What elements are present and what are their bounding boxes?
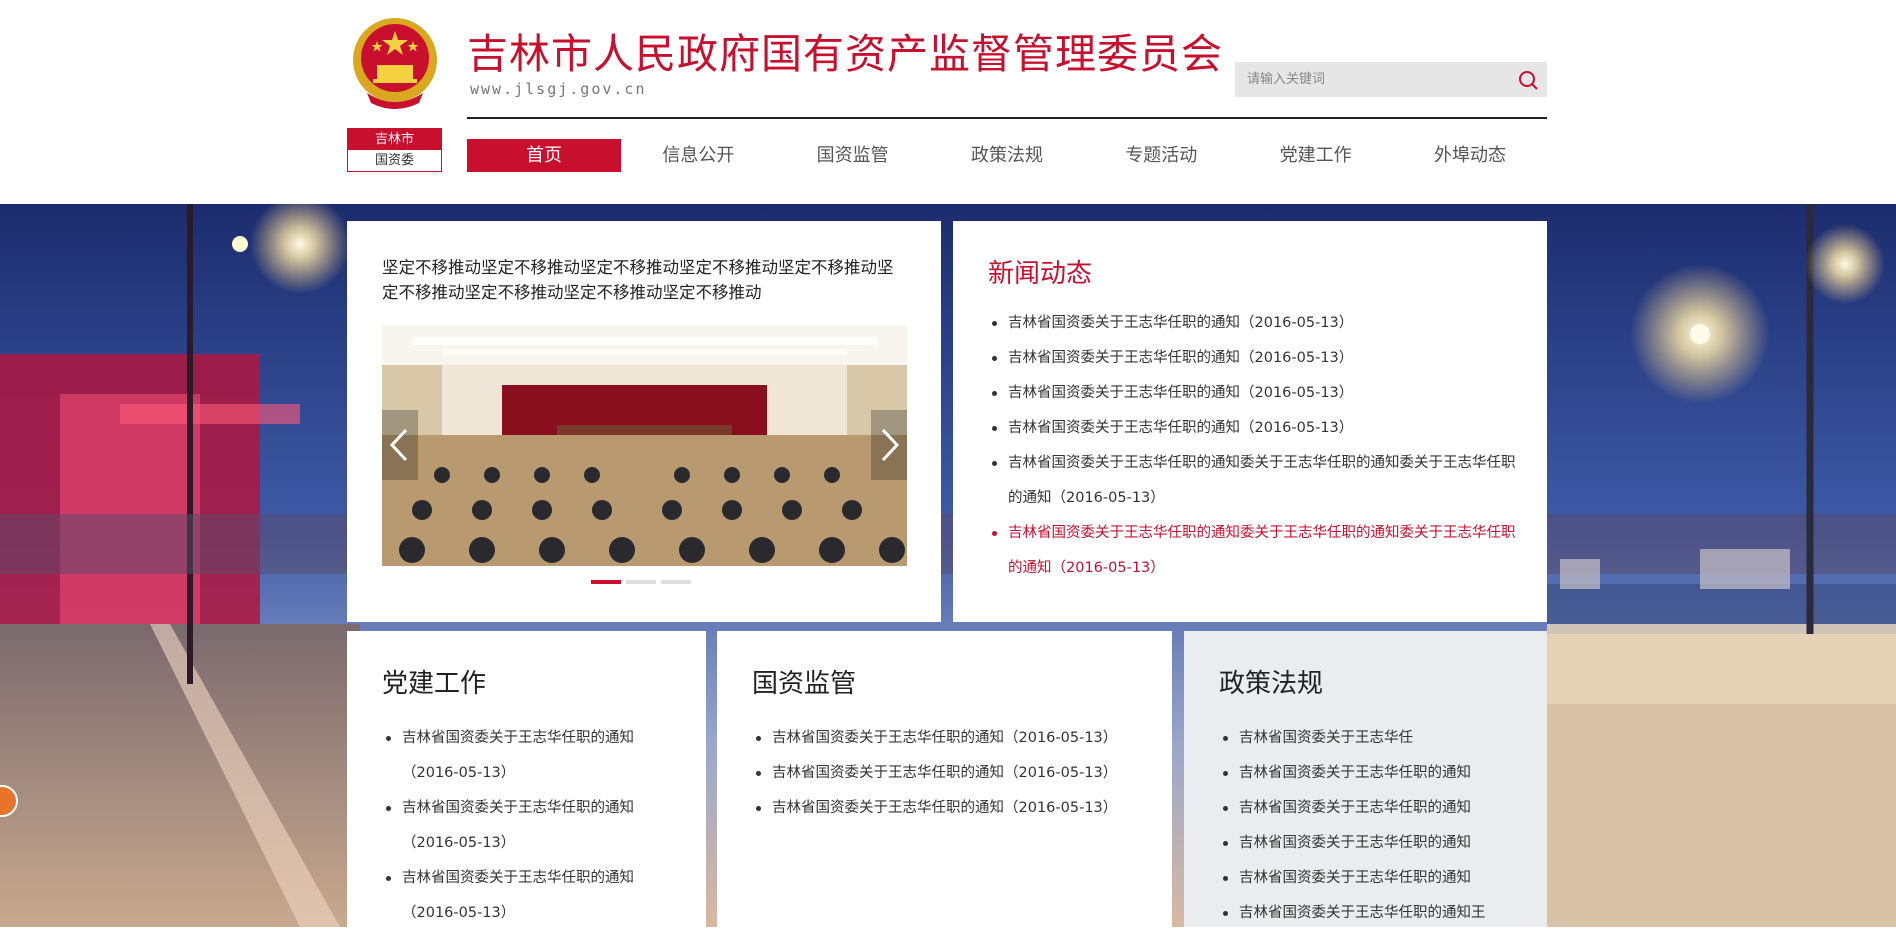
policy-list: 吉林省国资委关于王志华任 吉林省国资委关于王志华任职的通知 吉林省国资委关于王志华任… xyxy=(1219,721,1519,931)
national-emblem-logo xyxy=(347,15,443,111)
search-icon xyxy=(1519,71,1538,90)
state-assets-list: 吉林省国资委关于王志华任职的通知（2016-05-13） 吉林省国资委关于王志华任… xyxy=(752,721,1127,826)
party-list-item[interactable]: 吉林省国资委关于王志华任职的通知（2016-05-13） xyxy=(382,861,682,931)
party-list-item[interactable]: 吉林省国资委关于王志华任职的通知（2016-05-13） xyxy=(382,791,682,861)
nav-item-5[interactable]: 党建工作 xyxy=(1239,139,1393,172)
carousel-prev-button[interactable] xyxy=(382,410,418,480)
policy-list-item[interactable]: 吉林省国资委关于王志华任职的通知 xyxy=(1219,826,1519,861)
carousel-dot-1[interactable] xyxy=(591,580,621,584)
policy-list-item[interactable]: 吉林省国资委关于王志华任职的通知 xyxy=(1219,756,1519,791)
carousel-indicators xyxy=(591,580,691,584)
main-nav: 首页 信息公开 国资监管 政策法规 专题活动 党建工作 外埠动态 xyxy=(467,139,1547,172)
nav-item-0[interactable]: 首页 xyxy=(467,139,621,172)
carousel-slide-image[interactable] xyxy=(382,325,907,566)
state-list-item[interactable]: 吉林省国资委关于王志华任职的通知（2016-05-13） xyxy=(752,756,1127,791)
search-button[interactable] xyxy=(1515,67,1541,93)
news-title[interactable]: 新闻动态 xyxy=(988,253,1092,290)
policy-list-item[interactable]: 吉林省国资委关于王志华任职的通知王 xyxy=(1219,896,1519,931)
policy-list-item[interactable]: 吉林省国资委关于王志华任 xyxy=(1219,721,1519,756)
news-list-item[interactable]: 吉林省国资委关于王志华任职的通知委关于王志华任职的通知委关于王志华任职的通知（2… xyxy=(988,516,1523,586)
header-divider xyxy=(467,117,1547,119)
party-work-title[interactable]: 党建工作 xyxy=(382,663,486,700)
policy-panel: 政策法规 吉林省国资委关于王志华任 吉林省国资委关于王志华任职的通知 吉林省国资委关… xyxy=(1184,631,1547,927)
carousel-dot-3[interactable] xyxy=(661,580,691,584)
site-url: www.jlsgj.gov.cn xyxy=(470,80,647,98)
search-box xyxy=(1235,62,1547,97)
state-assets-title[interactable]: 国资监管 xyxy=(752,663,856,700)
news-list: 吉林省国资委关于王志华任职的通知（2016-05-13） 吉林省国资委关于王志华任… xyxy=(988,306,1523,586)
state-list-item[interactable]: 吉林省国资委关于王志华任职的通知（2016-05-13） xyxy=(752,721,1127,756)
news-list-item[interactable]: 吉林省国资委关于王志华任职的通知（2016-05-13） xyxy=(988,306,1523,341)
policy-list-item[interactable]: 吉林省国资委关于王志华任职的通知 xyxy=(1219,791,1519,826)
party-list-item[interactable]: 吉林省国资委关于王志华任职的通知（2016-05-13） xyxy=(382,721,682,791)
state-assets-panel: 国资监管 吉林省国资委关于王志华任职的通知（2016-05-13） 吉林省国资委关… xyxy=(717,631,1172,927)
carousel-dot-2[interactable] xyxy=(626,580,656,584)
nav-item-2[interactable]: 国资监管 xyxy=(776,139,930,172)
party-work-list: 吉林省国资委关于王志华任职的通知（2016-05-13） 吉林省国资委关于王志华任… xyxy=(382,721,682,931)
search-input[interactable] xyxy=(1235,62,1505,97)
chevron-left-icon xyxy=(389,428,408,462)
carousel-caption[interactable]: 坚定不移推动坚定不移推动坚定不移推动坚定不移推动坚定不移推动坚定不移推动坚定不移… xyxy=(382,255,908,305)
news-list-item[interactable]: 吉林省国资委关于王志华任职的通知委关于王志华任职的通知委关于王志华任职的通知（2… xyxy=(988,446,1523,516)
news-list-item[interactable]: 吉林省国资委关于王志华任职的通知（2016-05-13） xyxy=(988,376,1523,411)
news-list-item[interactable]: 吉林省国资委关于王志华任职的通知（2016-05-13） xyxy=(988,411,1523,446)
unit-badge: 吉林市 国资委 xyxy=(347,128,442,172)
news-list-item[interactable]: 吉林省国资委关于王志华任职的通知（2016-05-13） xyxy=(988,341,1523,376)
chevron-right-icon xyxy=(881,428,900,462)
policy-title[interactable]: 政策法规 xyxy=(1219,663,1323,700)
nav-item-6[interactable]: 外埠动态 xyxy=(1393,139,1547,172)
nav-item-4[interactable]: 专题活动 xyxy=(1084,139,1238,172)
carousel-panel: 坚定不移推动坚定不移推动坚定不移推动坚定不移推动坚定不移推动坚定不移推动坚定不移… xyxy=(347,221,941,622)
nav-item-3[interactable]: 政策法规 xyxy=(930,139,1084,172)
carousel-next-button[interactable] xyxy=(871,410,907,480)
unit-badge-dept: 国资委 xyxy=(374,153,414,168)
party-work-panel: 党建工作 吉林省国资委关于王志华任职的通知（2016-05-13） 吉林省国资委关… xyxy=(347,631,706,927)
policy-list-item[interactable]: 吉林省国资委关于王志华任职的通知 xyxy=(1219,861,1519,896)
site-title: 吉林市人民政府国有资产监督管理委员会 xyxy=(467,30,1223,78)
nav-item-1[interactable]: 信息公开 xyxy=(621,139,775,172)
state-list-item[interactable]: 吉林省国资委关于王志华任职的通知（2016-05-13） xyxy=(752,791,1127,826)
news-panel: 新闻动态 吉林省国资委关于王志华任职的通知（2016-05-13） 吉林省国资委关… xyxy=(953,221,1547,622)
unit-badge-city: 吉林市 xyxy=(348,129,441,150)
